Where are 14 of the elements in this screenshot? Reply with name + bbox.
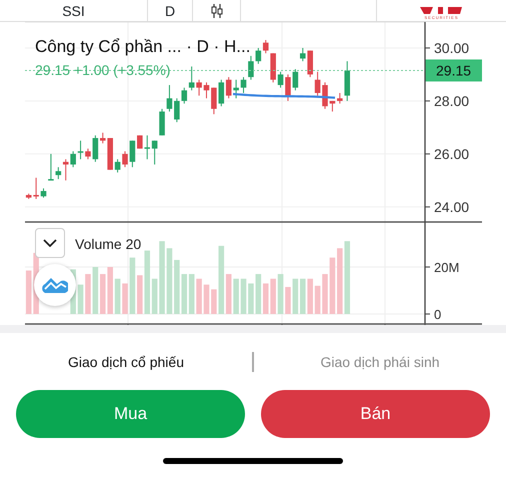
legend-title: Công ty Cổ phần ... · D · H... (35, 37, 250, 56)
volume-legend: Volume 20 (75, 234, 142, 255)
volume-axis-label: 20M (434, 260, 460, 275)
price-axis-label: 24.00 (434, 198, 470, 215)
volume-axis-label: 0 (434, 307, 442, 322)
trade-tab[interactable]: Giao dịch cổ phiếu (0, 352, 252, 372)
interval-label[interactable]: D (164, 0, 176, 20)
price-axis-label: 28.00 (434, 92, 470, 109)
price-quote: 29.15 +1.00 (+3.55%) (35, 62, 170, 78)
sell-button[interactable]: Bán (261, 390, 490, 438)
symbol-label[interactable]: SSI (62, 0, 85, 20)
price-axis-label: 26.00 (434, 146, 470, 162)
price-axis-label: 30.00 (434, 40, 470, 56)
last-price-label: 29.15 (436, 62, 472, 78)
